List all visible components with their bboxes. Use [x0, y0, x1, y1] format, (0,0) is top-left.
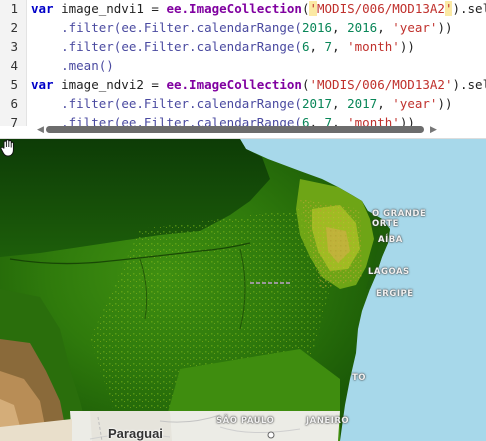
code-text: ee.	[166, 77, 190, 92]
map-label-sao-paulo: SÃO PAULO	[216, 416, 275, 426]
code-line-4[interactable]: .mean()	[31, 56, 114, 75]
divider-dash	[256, 282, 260, 284]
code-text: .filter(	[31, 39, 122, 54]
string-literal: 'year'	[392, 96, 438, 111]
map-label-paraguai: Paraguai	[108, 426, 163, 441]
number-literal: 7	[324, 39, 333, 54]
divider-dash	[274, 282, 278, 284]
code-text: .mean()	[31, 58, 114, 73]
line-number: 5	[10, 77, 18, 92]
map-label-sergipe: ERGIPE	[376, 289, 414, 299]
keyword: var	[31, 77, 54, 92]
number-literal: 2017	[301, 96, 333, 111]
code-text: ,	[377, 96, 393, 111]
code-text: ee.	[166, 1, 190, 16]
map-label-alagoas: LAGOAS	[368, 267, 410, 277]
code-line-2[interactable]: .filter(ee.Filter.calendarRange(2016, 20…	[31, 18, 453, 37]
code-text: ))	[437, 96, 453, 111]
line-number: 4	[10, 58, 18, 73]
map-label-campina: ORTE	[372, 219, 399, 229]
code-text: ImageCollection	[189, 77, 302, 92]
line-number: 7	[10, 115, 18, 130]
code-text: ))	[399, 39, 415, 54]
code-line-7[interactable]: .filter(ee.Filter.calendarRange(2017, 20…	[31, 94, 453, 113]
map-label-espirito: TO	[352, 373, 367, 383]
divider-dash	[250, 282, 254, 284]
scroll-right-icon[interactable]: ▶	[430, 124, 437, 135]
string-literal: MODIS/006/MOD13A2	[317, 77, 445, 92]
string-quote: '	[309, 1, 317, 16]
code-text: ,	[332, 39, 348, 54]
grab-hand-icon	[0, 139, 14, 157]
string-quote: '	[309, 77, 317, 92]
code-text: ee.Filter.calendarRange(	[121, 96, 302, 111]
divider-dash	[280, 282, 284, 284]
code-text: ImageCollection	[189, 1, 302, 16]
code-text: ).select(	[452, 1, 486, 16]
line-number: 6	[10, 96, 18, 111]
code-text: image_ndvi2 =	[53, 77, 167, 92]
line-number: 1	[10, 1, 18, 16]
number-literal: 2016	[347, 20, 378, 35]
string-literal: 'month'	[347, 39, 400, 54]
code-text: image_ndvi1 =	[53, 1, 167, 16]
divider-dash	[268, 282, 272, 284]
string-literal: MODIS/006/MOD13A2	[317, 1, 445, 16]
code-text: ,	[332, 96, 348, 111]
scroll-left-icon[interactable]: ◀	[37, 124, 44, 135]
string-literal: 'year'	[392, 20, 438, 35]
code-editor[interactable]: 1 2 3 4 5 6 7 var image_ndvi1 = ee.Image…	[0, 0, 486, 139]
code-line-6[interactable]: var image_ndvi2 = ee.ImageCollection('MO…	[31, 75, 486, 94]
map-view[interactable]: O GRANDE ORTE AÍBA LAGOAS ERGIPE TO SÃO …	[0, 139, 486, 441]
line-number-gutter: 1 2 3 4 5 6 7	[0, 0, 27, 130]
divider-dash	[262, 282, 266, 284]
divider-dash	[286, 282, 290, 284]
line-number: 2	[10, 20, 18, 35]
code-text: ee.Filter.calendarRange(	[121, 39, 302, 54]
code-line-3[interactable]: .filter(ee.Filter.calendarRange(6, 7, 'm…	[31, 37, 415, 56]
code-text: ,	[309, 39, 325, 54]
code-text: ,	[377, 20, 393, 35]
code-text: ))	[437, 20, 453, 35]
line-number: 3	[10, 39, 18, 54]
map-label-rio: JANEIRO	[306, 416, 350, 426]
scrollbar-thumb[interactable]	[46, 126, 424, 133]
code-line-1[interactable]: var image_ndvi1 = ee.ImageCollection('MO…	[31, 0, 486, 18]
code-text: ).select(	[452, 77, 486, 92]
code-text: ,	[332, 20, 348, 35]
code-text: .filter(	[31, 96, 122, 111]
map-label-paraiba: AÍBA	[378, 235, 403, 245]
number-literal: 2017	[347, 96, 378, 111]
number-literal: 2016	[301, 20, 333, 35]
code-text: .filter(	[31, 20, 122, 35]
code-text: ee.Filter.calendarRange(	[121, 20, 302, 35]
map-label-campina: O GRANDE	[372, 209, 427, 219]
keyword: var	[31, 1, 54, 16]
